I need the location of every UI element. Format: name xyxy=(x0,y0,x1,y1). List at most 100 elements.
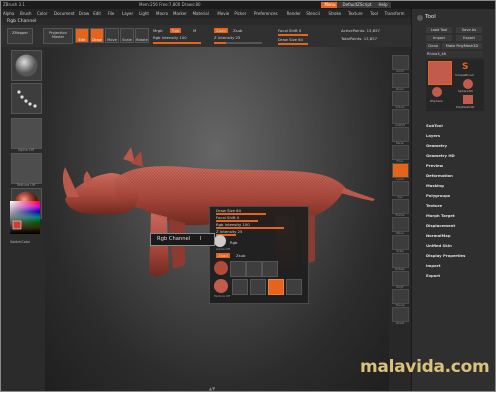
dock-actual-button[interactable] xyxy=(392,91,409,106)
brush-thumbnail[interactable] xyxy=(11,50,42,81)
tool-section-geometry-hd[interactable]: Geometry HD xyxy=(426,153,455,158)
tool-section-deformation[interactable]: Deformation xyxy=(426,173,453,178)
stroke-thumbnail[interactable] xyxy=(11,83,42,114)
clone-button[interactable]: Clone xyxy=(426,43,440,49)
menu-material[interactable]: Material xyxy=(193,9,209,18)
menu-alpha[interactable]: Alpha xyxy=(3,9,14,18)
popup-brush-icon[interactable] xyxy=(214,235,226,247)
focal-shift-slider[interactable]: Focal Shift 0 xyxy=(278,28,301,33)
tool-section-geometry[interactable]: Geometry xyxy=(426,143,447,148)
menu-texture[interactable]: Texture xyxy=(348,9,363,18)
tool-section-layers[interactable]: Layers xyxy=(426,133,440,138)
tool-section-subtool[interactable]: SubTool xyxy=(426,123,443,128)
menu-movie[interactable]: Movie xyxy=(217,9,229,18)
scale-button[interactable]: Scale xyxy=(120,28,134,43)
help-button[interactable]: Help xyxy=(375,2,391,8)
menu-layer[interactable]: Layer xyxy=(122,9,133,18)
tool-section-texture[interactable]: Texture xyxy=(426,203,442,208)
dock-ghost-button[interactable] xyxy=(392,307,409,322)
tool-section-polygroups[interactable]: Polygroups xyxy=(426,193,450,198)
tool-section-import[interactable]: Import xyxy=(426,263,440,268)
menu-tool[interactable]: Tool xyxy=(370,9,378,18)
rotate-button[interactable]: Rotate xyxy=(135,28,149,43)
menu-light[interactable]: Light xyxy=(139,9,149,18)
tool-section-unified-skin[interactable]: Unified Skin xyxy=(426,243,452,248)
menu-color[interactable]: Color xyxy=(37,9,47,18)
simplebrush-icon[interactable]: S xyxy=(462,62,468,72)
sphere3d-icon[interactable] xyxy=(463,79,473,89)
alpha-thumbnail[interactable] xyxy=(11,118,42,149)
zmapper-button[interactable]: ZMapper xyxy=(7,28,33,44)
dock-scroll-button[interactable] xyxy=(392,55,409,70)
popup-scale-icon[interactable] xyxy=(268,279,284,295)
zsphere-icon[interactable] xyxy=(432,87,442,97)
load-tool-button[interactable]: Load Tool xyxy=(426,27,452,33)
menu-stroke[interactable]: Stroke xyxy=(328,9,341,18)
dock-transp-button[interactable] xyxy=(392,289,409,304)
tool-section-preview[interactable]: Preview xyxy=(426,163,443,168)
menu-document[interactable]: Document xyxy=(54,9,75,18)
rhino-tool-thumb[interactable] xyxy=(428,61,452,85)
popup-material-icon[interactable] xyxy=(214,261,228,275)
draw-size-slider[interactable]: Draw Size 64 xyxy=(278,37,303,42)
popup-rotate-icon[interactable] xyxy=(286,279,302,295)
popup-zsub-toggle[interactable]: Zsub xyxy=(236,253,245,258)
popup-edit-icon[interactable] xyxy=(232,279,248,295)
popup-sphere-icon[interactable] xyxy=(214,279,228,293)
tool-section-normalmap[interactable]: NormalMap xyxy=(426,233,451,238)
menu-preferences[interactable]: Preferences xyxy=(254,9,278,18)
default-zscript-button[interactable]: DefaultZScript xyxy=(337,2,377,8)
dock-frame-button[interactable] xyxy=(392,199,409,214)
zadd-toggle[interactable]: Zadd xyxy=(214,28,228,33)
menu-file[interactable]: File xyxy=(108,9,115,18)
menu-marker[interactable]: Marker xyxy=(173,9,187,18)
menu-brush[interactable]: Brush xyxy=(20,9,32,18)
import-button[interactable]: Import xyxy=(426,35,452,41)
move-button[interactable]: Move xyxy=(105,28,119,43)
tool-section-display-properties[interactable]: Display Properties xyxy=(426,253,465,258)
dock-scale-button[interactable] xyxy=(392,235,409,250)
dock-local-button[interactable] xyxy=(392,163,409,178)
dock-aahalf-button[interactable] xyxy=(392,109,409,124)
dock-move-button[interactable] xyxy=(392,217,409,232)
dock-xyz-button[interactable] xyxy=(392,181,409,196)
popup-texture-icon[interactable] xyxy=(262,261,278,277)
dock-polyf-button[interactable] xyxy=(392,271,409,286)
bottom-grip-icon[interactable]: ▲▼ xyxy=(209,386,215,391)
polymesh3d-icon[interactable] xyxy=(463,95,473,104)
rgb-toggle[interactable]: Rgb xyxy=(170,28,182,33)
tool-section-morph-target[interactable]: Morph Target xyxy=(426,213,455,218)
popup-alpha-icon[interactable] xyxy=(246,261,262,277)
dock-floor-button[interactable] xyxy=(392,145,409,160)
dock-zoom-button[interactable] xyxy=(392,73,409,88)
menu-stencil[interactable]: Stencil xyxy=(306,9,320,18)
dock-rotate-button[interactable] xyxy=(392,253,409,268)
edit-button[interactable]: Edit xyxy=(75,28,89,43)
draw-button[interactable]: Draw xyxy=(90,28,104,43)
popup-move-icon[interactable] xyxy=(250,279,266,295)
popup-stroke-icon[interactable] xyxy=(230,261,246,277)
z-intensity-slider[interactable]: Z Intensity 25 xyxy=(214,35,240,40)
popup-rgb-label[interactable]: Rgb xyxy=(230,240,237,245)
m-toggle[interactable]: M xyxy=(193,28,196,33)
export-button[interactable]: Export xyxy=(456,35,482,41)
menu-macro[interactable]: Macro xyxy=(156,9,168,18)
tool-section-displacement[interactable]: Displacement xyxy=(426,223,455,228)
tool-section-export[interactable]: Export xyxy=(426,273,440,278)
menu-draw[interactable]: Draw xyxy=(79,9,89,18)
zsub-toggle[interactable]: Zsub xyxy=(233,28,242,33)
mrgb-label[interactable]: Mrgb xyxy=(153,28,163,33)
menu-transform[interactable]: Transform xyxy=(385,9,405,18)
rgb-intensity-slider[interactable]: Rgb Intensity 100 xyxy=(153,35,187,40)
menu-render[interactable]: Render xyxy=(287,9,301,18)
save-as-button[interactable]: Save As xyxy=(456,27,482,33)
make-polymesh-button[interactable]: Make PolyMesh3D xyxy=(442,43,482,49)
projection-master-button[interactable]: Projection Master xyxy=(43,28,73,44)
menu-edit[interactable]: Edit xyxy=(93,9,101,18)
dock-persp-button[interactable] xyxy=(392,127,409,142)
palette-collapse-icon[interactable] xyxy=(417,15,423,21)
switch-color-label[interactable]: SwitchColor xyxy=(10,240,44,244)
color-picker[interactable] xyxy=(10,201,40,234)
tool-section-masking[interactable]: Masking xyxy=(426,183,444,188)
menu-picker[interactable]: Picker xyxy=(234,9,246,18)
